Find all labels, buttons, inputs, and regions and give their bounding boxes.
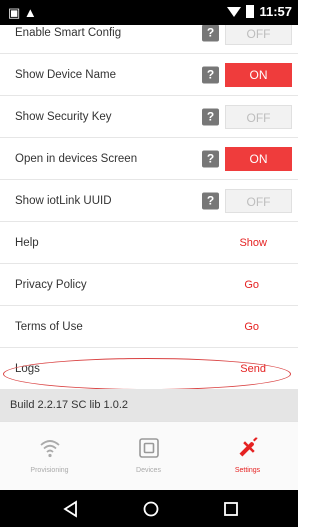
terms-of-use-row[interactable]: Terms of Use Go — [0, 306, 298, 348]
back-button[interactable] — [61, 499, 81, 519]
privacy-policy-go-link[interactable]: Go — [244, 279, 259, 291]
setting-label: Show Device Name — [15, 68, 116, 81]
setting-label: Open in devices Screen — [15, 152, 138, 165]
battery-icon — [246, 5, 255, 18]
wrench-icon — [239, 437, 257, 457]
privacy-policy-row[interactable]: Privacy Policy Go — [0, 264, 298, 306]
bottom-tab-bar: Provisioning Devices Settings — [0, 421, 298, 490]
tab-devices[interactable]: Devices — [99, 422, 198, 490]
tab-label: Settings — [234, 467, 261, 474]
wifi-signal-icon — [227, 6, 242, 17]
logs-label: Logs — [15, 363, 40, 375]
help-label: Help — [15, 236, 39, 249]
iotlink-uuid-toggle[interactable]: OFF — [225, 188, 292, 213]
smart-config-toggle[interactable]: OFF — [225, 25, 292, 45]
logs-send-link[interactable]: Send — [240, 363, 266, 375]
setting-label: Show iotLink UUID — [15, 194, 112, 207]
status-right: 11:57 — [227, 4, 292, 19]
clock-time: 11:57 — [259, 4, 292, 19]
android-navigation-bar — [0, 490, 298, 527]
home-button[interactable] — [141, 499, 161, 519]
help-icon[interactable]: ? — [202, 150, 219, 167]
setting-row-devices-screen: Open in devices Screen ? ON — [0, 138, 298, 180]
help-icon[interactable]: ? — [202, 66, 219, 83]
device-name-toggle[interactable]: ON — [225, 62, 292, 87]
tab-settings[interactable]: Settings — [198, 422, 297, 490]
setting-row-security-key: Show Security Key ? OFF — [0, 96, 298, 138]
help-icon[interactable]: ? — [202, 192, 219, 209]
tab-label: Provisioning — [30, 467, 69, 474]
devices-screen-toggle[interactable]: ON — [225, 146, 292, 171]
notification-icons: ▣ ▲ — [8, 5, 37, 20]
tab-provisioning[interactable]: Provisioning — [0, 422, 99, 490]
device-icon — [138, 438, 159, 458]
build-info-bar: Build 2.2.17 SC lib 1.0.2 — [0, 389, 298, 421]
setting-label: Enable Smart Config — [15, 26, 122, 39]
help-icon[interactable]: ? — [202, 25, 219, 41]
security-key-toggle[interactable]: OFF — [225, 104, 292, 129]
help-show-link[interactable]: Show — [239, 237, 267, 249]
recents-button[interactable] — [221, 499, 241, 519]
tab-label: Devices — [136, 467, 161, 474]
setting-row-smart-config: Enable Smart Config ? OFF — [0, 25, 298, 54]
setting-row-iotlink-uuid: Show iotLink UUID ? OFF — [0, 180, 298, 222]
help-row[interactable]: Help Show — [0, 222, 298, 264]
status-bar: ▣ ▲ 11:57 — [0, 0, 298, 25]
build-version: Build 2.2.17 SC lib 1.0.2 — [10, 399, 129, 411]
privacy-policy-label: Privacy Policy — [15, 278, 87, 291]
settings-list[interactable]: Enable Smart Config ? OFF Show Device Na… — [0, 25, 298, 389]
terms-of-use-label: Terms of Use — [15, 320, 83, 333]
setting-row-device-name: Show Device Name ? ON — [0, 54, 298, 96]
setting-label: Show Security Key — [15, 110, 112, 123]
terms-of-use-go-link[interactable]: Go — [244, 321, 259, 333]
wifi-icon — [39, 440, 60, 458]
logs-row[interactable]: Logs Send — [0, 348, 298, 389]
help-icon[interactable]: ? — [202, 108, 219, 125]
